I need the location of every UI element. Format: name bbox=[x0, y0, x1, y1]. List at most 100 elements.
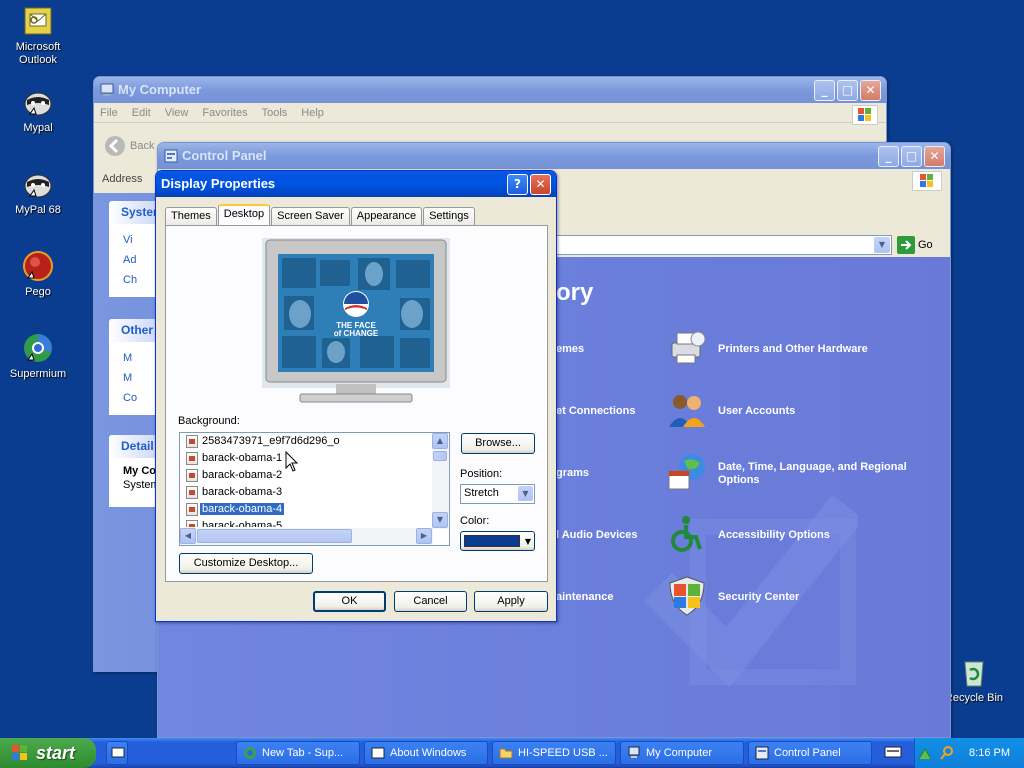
background-listbox[interactable]: 2583473971_e9f7d6d296_o barack-obama-1 b… bbox=[179, 432, 450, 546]
scroll-thumb[interactable] bbox=[433, 451, 447, 461]
window-title: My Computer bbox=[118, 82, 202, 97]
tab-appearance[interactable]: Appearance bbox=[350, 207, 423, 225]
address-input[interactable]: ▼ bbox=[556, 235, 892, 255]
windows-logo-icon bbox=[852, 105, 878, 125]
apply-button[interactable]: Apply bbox=[474, 591, 548, 612]
ok-button[interactable]: OK bbox=[313, 591, 386, 612]
color-swatch bbox=[464, 535, 520, 547]
tab-settings[interactable]: Settings bbox=[423, 207, 475, 225]
taskbar-item-my-computer[interactable]: My Computer bbox=[620, 741, 744, 765]
search-icon[interactable] bbox=[939, 745, 955, 761]
close-button[interactable]: ✕ bbox=[530, 174, 551, 195]
scroll-right-button[interactable]: ▶ bbox=[416, 528, 432, 544]
cancel-button[interactable]: Cancel bbox=[394, 591, 467, 612]
tab-themes[interactable]: Themes bbox=[165, 207, 217, 225]
desktop-icon-label: Mypal bbox=[23, 122, 53, 134]
scroll-down-button[interactable]: ▼ bbox=[432, 512, 448, 528]
image-file-icon bbox=[186, 435, 198, 448]
taskbar-item-about-windows[interactable]: About Windows bbox=[364, 741, 488, 765]
category-network-connections[interactable]: et Connections bbox=[556, 405, 635, 417]
menu-help[interactable]: Help bbox=[301, 107, 324, 119]
vertical-scrollbar[interactable]: ▲ ▼ bbox=[432, 433, 449, 529]
category-security-center[interactable]: Security Center bbox=[718, 591, 799, 603]
menu-tools[interactable]: Tools bbox=[262, 107, 288, 119]
pego-icon bbox=[22, 250, 54, 282]
desktop-icon-mypal[interactable]: Mypal bbox=[0, 86, 76, 135]
list-item[interactable]: barack-obama-2 bbox=[180, 467, 433, 484]
clock[interactable]: 8:16 PM bbox=[969, 747, 1010, 759]
help-button[interactable]: ? bbox=[507, 174, 528, 195]
printer-icon bbox=[671, 331, 706, 364]
browse-button[interactable]: Browse... bbox=[461, 433, 535, 454]
go-button[interactable]: Go bbox=[897, 236, 933, 254]
category-performance-maintenance[interactable]: aintenance bbox=[556, 591, 613, 603]
list-item-selected[interactable]: barack-obama-4 bbox=[180, 501, 433, 518]
my-computer-titlebar[interactable]: My Computer _ □ ✕ bbox=[94, 77, 886, 103]
window-title: Control Panel bbox=[182, 148, 267, 163]
list-item[interactable]: barack-obama-3 bbox=[180, 484, 433, 501]
list-item-label: barack-obama-2 bbox=[202, 469, 283, 481]
category-printers-hardware[interactable]: Printers and Other Hardware bbox=[718, 343, 868, 355]
list-item-label: barack-obama-4 bbox=[200, 503, 285, 515]
close-button[interactable]: ✕ bbox=[860, 80, 881, 101]
taskbar-item-usb[interactable]: HI-SPEED USB ... bbox=[492, 741, 616, 765]
category-add-remove-programs[interactable]: grams bbox=[556, 467, 589, 479]
desktop-icon-label: MyPal 68 bbox=[15, 204, 61, 216]
address-dropdown-button[interactable]: ▼ bbox=[874, 237, 890, 253]
desktop-icon-supermium[interactable]: Supermium bbox=[0, 332, 76, 381]
desktop-icon-mypal68[interactable]: MyPal 68 bbox=[0, 168, 76, 217]
desktop-icon-label: Pego bbox=[25, 286, 51, 298]
category-accessibility[interactable]: Accessibility Options bbox=[718, 529, 830, 541]
minimize-button[interactable]: _ bbox=[878, 146, 899, 167]
back-button[interactable]: Back bbox=[104, 135, 154, 157]
menu-view[interactable]: View bbox=[165, 107, 189, 119]
menu-favorites[interactable]: Favorites bbox=[202, 107, 247, 119]
desktop-icon-pego[interactable]: Pego bbox=[0, 250, 76, 299]
tab-desktop[interactable]: Desktop bbox=[217, 204, 271, 225]
hscroll-thumb[interactable] bbox=[197, 529, 352, 543]
accessibility-icon bbox=[671, 516, 702, 552]
network-icon[interactable] bbox=[917, 745, 933, 761]
scroll-left-button[interactable]: ◀ bbox=[180, 528, 196, 544]
customize-desktop-button[interactable]: Customize Desktop... bbox=[179, 553, 313, 574]
list-item-label: 2583473971_e9f7d6d296_o bbox=[202, 435, 340, 447]
category-appearance-themes[interactable]: emes bbox=[556, 343, 584, 355]
list-item[interactable]: 2583473971_e9f7d6d296_o bbox=[180, 433, 433, 450]
mypal-icon bbox=[22, 86, 54, 118]
start-button[interactable]: start bbox=[0, 738, 96, 768]
background-label: Background: bbox=[178, 415, 240, 427]
maximize-button[interactable]: □ bbox=[837, 80, 858, 101]
position-select[interactable]: Stretch ▼ bbox=[460, 484, 535, 504]
list-item-label: barack-obama-5 bbox=[202, 520, 283, 527]
category-sounds-audio-devices[interactable]: l Audio Devices bbox=[556, 529, 638, 541]
tab-strip: Themes Desktop Screen Saver Appearance S… bbox=[165, 204, 476, 225]
close-button[interactable]: ✕ bbox=[924, 146, 945, 167]
keyboard-icon[interactable] bbox=[884, 745, 902, 762]
menu-edit[interactable]: Edit bbox=[132, 107, 151, 119]
dialog-title: Display Properties bbox=[161, 176, 276, 191]
menu-file[interactable]: File bbox=[100, 107, 118, 119]
desktop-icon-outlook[interactable]: Microsoft Outlook bbox=[0, 5, 76, 67]
dialog-titlebar[interactable]: Display Properties ? ✕ bbox=[156, 171, 556, 197]
chevron-down-icon: ▼ bbox=[524, 537, 531, 546]
category-date-time-language[interactable]: Date, Time, Language, and Regional Optio… bbox=[718, 461, 948, 487]
minimize-button[interactable]: _ bbox=[814, 80, 835, 101]
control-panel-titlebar[interactable]: Control Panel _ □ ✕ bbox=[158, 143, 950, 169]
horizontal-scrollbar[interactable]: ◀ ▶ bbox=[180, 528, 433, 545]
show-desktop-button[interactable] bbox=[106, 741, 128, 765]
mouse-cursor-icon bbox=[285, 451, 299, 472]
maximize-button[interactable]: □ bbox=[901, 146, 922, 167]
taskbar-item-new-tab[interactable]: New Tab - Sup... bbox=[236, 741, 360, 765]
taskbar-item-control-panel[interactable]: Control Panel bbox=[748, 741, 872, 765]
user-accounts-icon bbox=[669, 395, 705, 427]
scroll-up-button[interactable]: ▲ bbox=[432, 433, 448, 449]
taskbar-item-label: HI-SPEED USB ... bbox=[518, 747, 608, 759]
list-item[interactable]: barack-obama-1 bbox=[180, 450, 433, 467]
category-user-accounts[interactable]: User Accounts bbox=[718, 405, 795, 417]
tab-screen-saver[interactable]: Screen Saver bbox=[271, 207, 350, 225]
desktop-icon bbox=[111, 747, 125, 758]
list-item[interactable]: barack-obama-5 bbox=[180, 518, 433, 527]
color-picker-button[interactable]: ▼ bbox=[460, 531, 535, 551]
back-arrow-icon bbox=[105, 136, 125, 156]
folder-icon bbox=[499, 748, 513, 759]
